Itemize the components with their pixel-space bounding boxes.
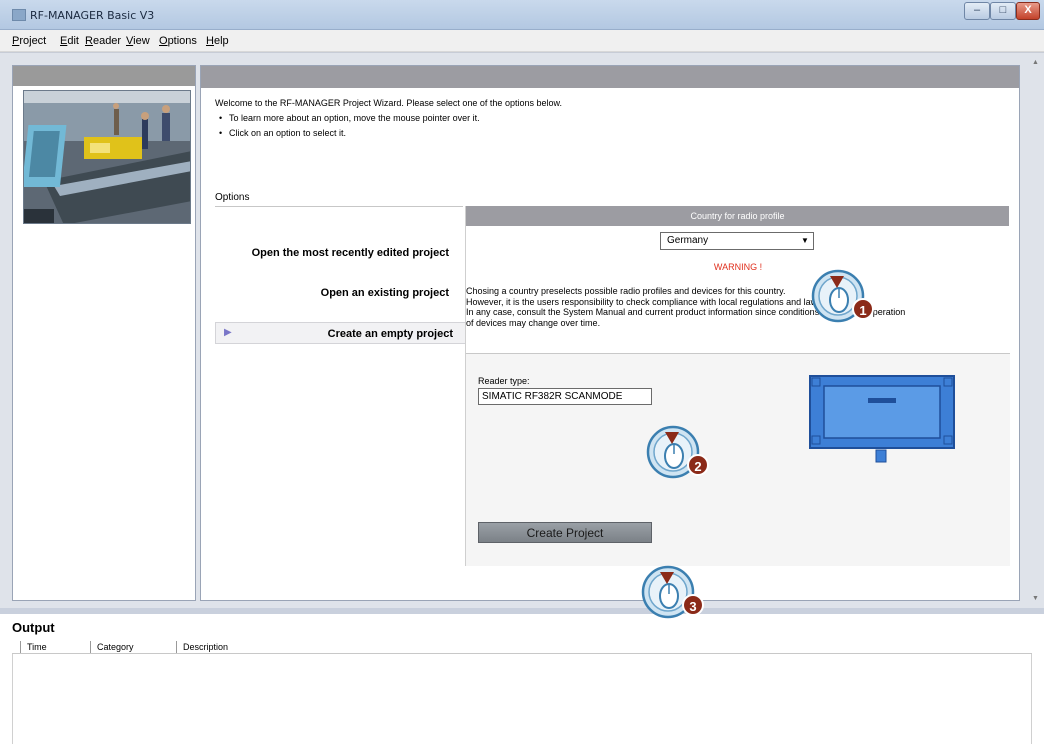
selected-arrow-icon: ▶	[224, 327, 232, 338]
option-create-empty[interactable]: ▶ Create an empty project	[215, 322, 465, 344]
column-time[interactable]: Time	[20, 641, 47, 653]
reader-type-select[interactable]: SIMATIC RF382R SCANMODE	[478, 388, 652, 405]
click-callout-icon: 3	[640, 558, 704, 622]
menu-view[interactable]: View	[126, 35, 150, 47]
menu-options[interactable]: Options	[159, 35, 197, 47]
output-title: Output	[12, 620, 55, 635]
option-open-recent[interactable]: Open the most recently edited project	[215, 242, 451, 264]
reader-type-label: Reader type:	[478, 376, 530, 386]
options-label: Options	[215, 192, 250, 203]
scroll-up-icon[interactable]: ▲	[1032, 59, 1039, 66]
click-callout-icon: 1	[810, 262, 874, 326]
wizard-pane: Welcome to the RF-MANAGER Project Wizard…	[200, 65, 1020, 601]
click-callout-icon: 2	[645, 418, 709, 482]
column-description[interactable]: Description	[176, 641, 228, 653]
warning-text: WARNING !	[713, 262, 763, 272]
left-pane-header	[13, 66, 195, 86]
menu-help[interactable]: Help	[206, 35, 229, 47]
output-log	[12, 654, 1032, 744]
callout-badge: 3	[682, 594, 704, 616]
reader-type-value: SIMATIC RF382R SCANMODE	[482, 391, 623, 402]
warehouse-photo	[23, 90, 191, 224]
output-table-header: Time Category Description	[12, 640, 1032, 654]
workspace: Welcome to the RF-MANAGER Project Wizard…	[0, 52, 1044, 608]
radio-profile-header: Country for radio profile	[466, 206, 1009, 226]
app-icon	[12, 9, 26, 21]
callout-badge: 1	[852, 298, 874, 320]
option-label: Create an empty project	[327, 328, 453, 340]
info-line: However, it is the users responsibility …	[466, 296, 825, 307]
radio-profile-info: Chosing a country preselects possible ra…	[466, 286, 1010, 328]
menu-project[interactable]: Project	[12, 35, 46, 47]
intro-bullet: Click on an option to select it.	[215, 126, 562, 141]
window-title: RF-MANAGER Basic V3	[30, 9, 155, 22]
reader-device-icon	[808, 374, 956, 464]
minimize-button[interactable]: –	[964, 2, 990, 20]
intro-text: Welcome to the RF-MANAGER Project Wizard…	[215, 98, 562, 108]
create-project-button[interactable]: Create Project	[478, 522, 652, 543]
menu-reader[interactable]: Reader	[85, 35, 121, 47]
callout-badge: 2	[687, 454, 709, 476]
country-select[interactable]: Germany ▼	[660, 232, 814, 250]
option-open-existing[interactable]: Open an existing project	[215, 282, 451, 304]
intro-bullet: To learn more about an option, move the …	[215, 111, 562, 126]
menu-bar: Project Edit Reader View Options Help	[0, 30, 1044, 52]
option-details-panel: Country for radio profile Germany ▼ WARN…	[465, 206, 1010, 566]
reader-section: Reader type: SIMATIC RF382R SCANMODE Cre…	[466, 354, 1010, 566]
chevron-down-icon[interactable]: ▼	[799, 234, 811, 248]
info-line: In any case, consult the System Manual a…	[466, 307, 906, 317]
column-category[interactable]: Category	[90, 641, 134, 653]
close-button[interactable]: X	[1016, 2, 1040, 20]
info-line: Chosing a country preselects possible ra…	[466, 286, 786, 296]
output-panel: Output Time Category Description	[0, 614, 1044, 747]
wizard-header	[201, 66, 1019, 88]
maximize-button[interactable]: □	[990, 2, 1016, 20]
info-line: of devices may change over time.	[466, 317, 601, 328]
wizard-intro: Welcome to the RF-MANAGER Project Wizard…	[215, 96, 562, 141]
left-pane	[12, 65, 196, 601]
options-divider	[215, 206, 463, 207]
country-value: Germany	[667, 235, 709, 246]
menu-edit[interactable]: Edit	[60, 35, 79, 47]
scroll-down-icon[interactable]: ▼	[1032, 595, 1039, 602]
title-bar: RF-MANAGER Basic V3 – □ X	[0, 0, 1044, 30]
